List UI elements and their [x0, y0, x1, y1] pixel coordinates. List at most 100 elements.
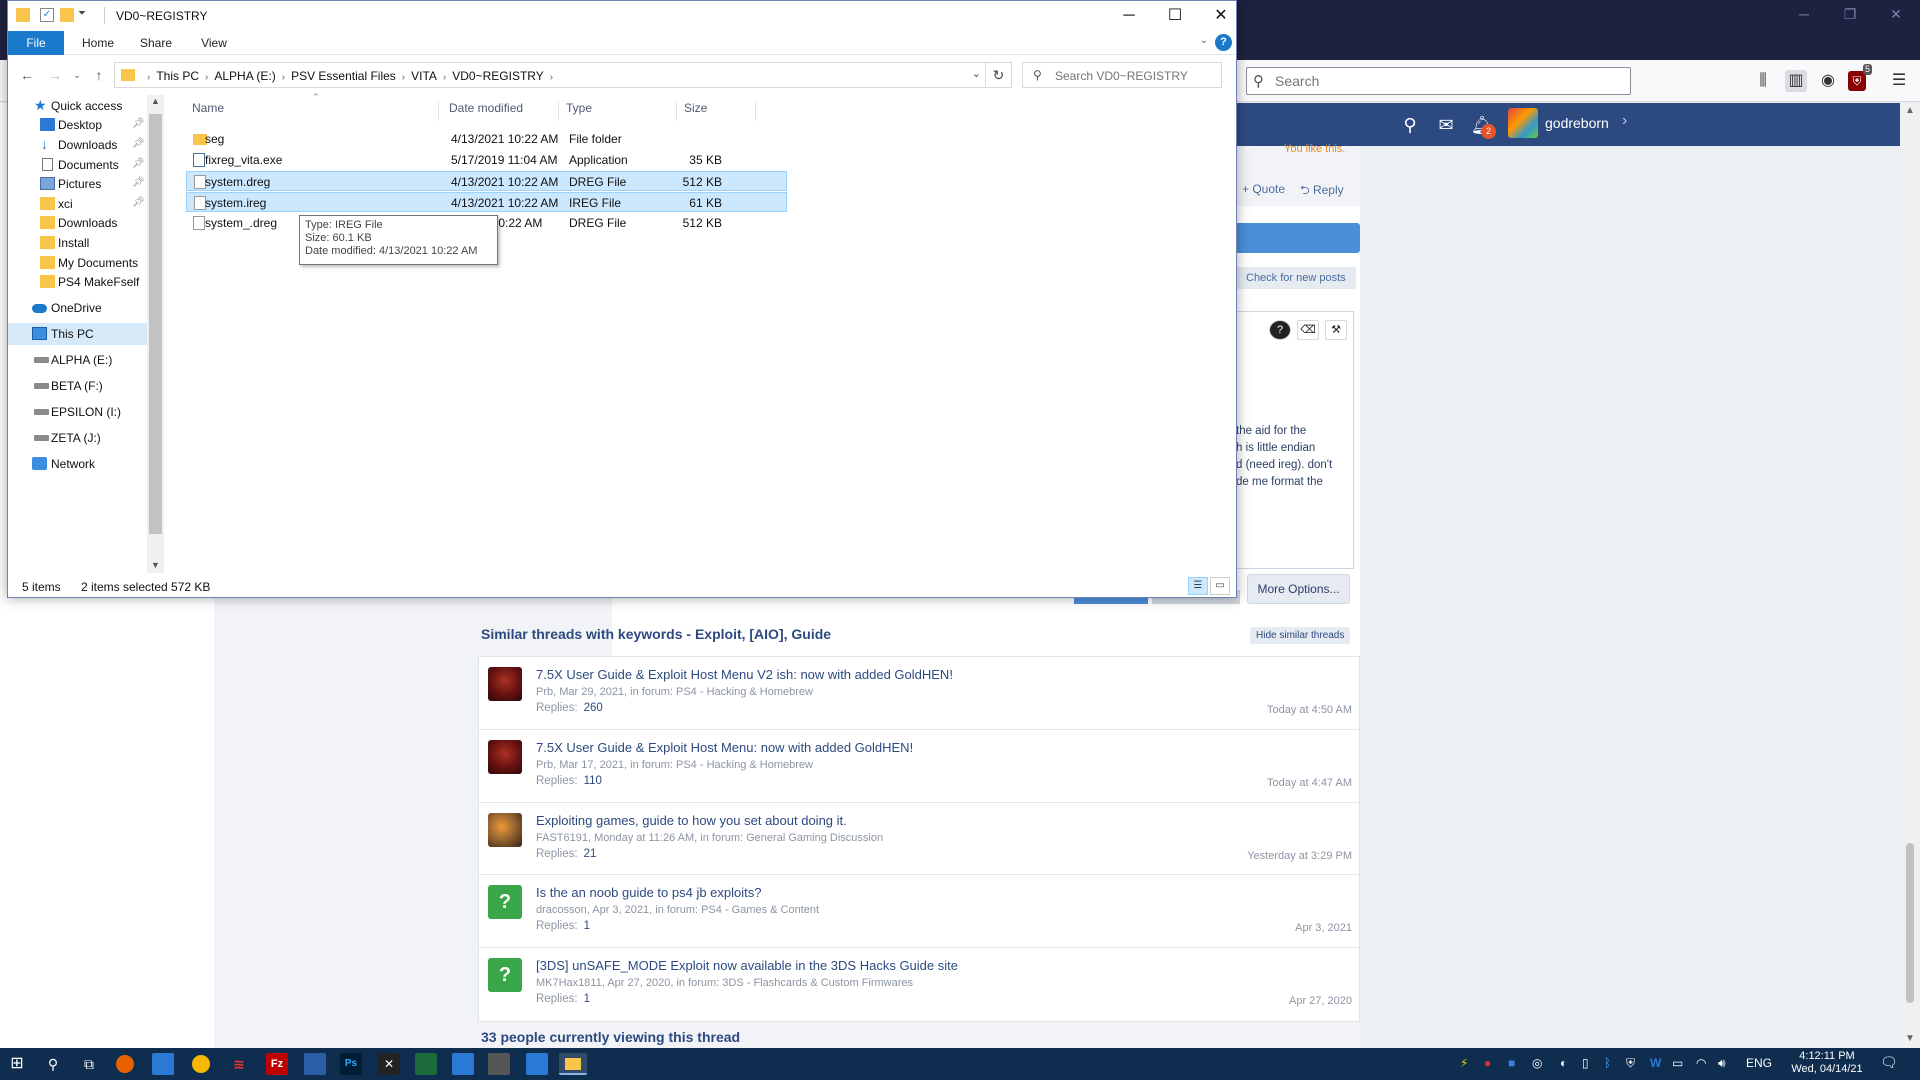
- browser-search-input[interactable]: [1275, 71, 1615, 91]
- usb-icon[interactable]: ▯: [1582, 1056, 1589, 1070]
- file-row-seg[interactable]: seg 4/13/2021 10:22 AM File folder: [186, 129, 786, 149]
- navigation-pane-scrollbar[interactable]: ▲ ▼: [147, 95, 164, 573]
- wifi-icon[interactable]: ◠: [1696, 1056, 1706, 1070]
- breadcrumb-this-pc[interactable]: This PC: [156, 69, 199, 83]
- sidebar-icon[interactable]: ▥: [1785, 70, 1807, 92]
- language-indicator[interactable]: ENG: [1746, 1056, 1772, 1070]
- search-icon[interactable]: ⚲: [1398, 113, 1422, 137]
- check-new-posts-button[interactable]: Check for new posts: [1236, 267, 1356, 289]
- sidebar-item-install[interactable]: Install: [8, 232, 147, 254]
- sidebar-item-alpha-drive[interactable]: ALPHA (E:): [8, 349, 147, 371]
- bluetooth-icon[interactable]: ᛒ: [1604, 1056, 1611, 1070]
- breadcrumb-alpha[interactable]: ALPHA (E:): [214, 69, 275, 83]
- scroll-down-icon[interactable]: ▼: [1905, 1033, 1915, 1044]
- expand-ribbon-icon[interactable]: ⌄: [1200, 35, 1208, 46]
- help-icon[interactable]: ?: [1269, 320, 1291, 340]
- clock[interactable]: 4:12:11 PM Wed, 04/14/21: [1787, 1050, 1867, 1076]
- tray-icon[interactable]: ●: [1484, 1056, 1491, 1070]
- tray-icon[interactable]: ⚡: [1460, 1056, 1468, 1070]
- avatar[interactable]: [1508, 108, 1538, 138]
- explorer-search-input[interactable]: [1055, 67, 1215, 84]
- sidebar-item-zeta-drive[interactable]: ZETA (J:): [8, 427, 147, 449]
- photoshop-icon[interactable]: Ps: [340, 1053, 362, 1075]
- word-icon[interactable]: W: [1650, 1056, 1661, 1070]
- up-arrow-icon[interactable]: ↑: [90, 66, 108, 84]
- app-icon[interactable]: [488, 1053, 510, 1075]
- refresh-button[interactable]: ↻: [986, 62, 1012, 88]
- chevron-right-icon[interactable]: ›: [550, 72, 553, 83]
- chevron-right-icon[interactable]: ›: [282, 72, 285, 83]
- eraser-icon[interactable]: ⌫: [1297, 320, 1319, 340]
- more-options-button[interactable]: More Options...: [1247, 574, 1350, 604]
- close-button[interactable]: ✕: [1198, 1, 1244, 31]
- sidebar-item-downloads[interactable]: Downloads: [8, 212, 147, 234]
- column-header-name[interactable]: Name: [186, 101, 439, 121]
- large-icons-view-icon[interactable]: ▭: [1210, 577, 1230, 595]
- avatar[interactable]: ?: [488, 958, 522, 993]
- tab-share[interactable]: Share: [130, 31, 182, 55]
- help-button[interactable]: ?: [1215, 34, 1232, 51]
- user-name-link[interactable]: godreborn: [1545, 115, 1609, 131]
- sidebar-item-desktop[interactable]: Desktop 📌︎: [8, 114, 147, 136]
- account-icon[interactable]: ◉: [1817, 70, 1839, 92]
- file-row-fixreg-vita[interactable]: fixreg_vita.exe 5/17/2019 11:04 AM Appli…: [186, 150, 786, 170]
- browser-close-button[interactable]: ✕: [1884, 6, 1908, 24]
- volume-icon[interactable]: 🔊︎: [1718, 1056, 1726, 1071]
- shield-icon[interactable]: ⛨: [1626, 1056, 1635, 1071]
- tray-icon[interactable]: ◐: [1560, 1056, 1567, 1070]
- avatar[interactable]: ?: [488, 885, 522, 920]
- sidebar-item-pictures[interactable]: Pictures 📌︎: [8, 173, 147, 195]
- avatar[interactable]: [488, 667, 522, 701]
- scroll-up-icon[interactable]: ▲: [151, 96, 160, 106]
- start-icon[interactable]: ⊞: [6, 1053, 28, 1075]
- recent-locations-icon[interactable]: ⌄: [68, 66, 86, 84]
- app-icon[interactable]: [304, 1053, 326, 1075]
- scroll-down-icon[interactable]: ▼: [151, 560, 160, 570]
- page-scrollbar[interactable]: ▲ ▼: [1900, 103, 1920, 1048]
- explorer-search-box[interactable]: ⚲: [1022, 62, 1222, 88]
- column-header-type[interactable]: Type: [560, 101, 677, 121]
- sidebar-item-beta-drive[interactable]: BETA (F:): [8, 375, 147, 397]
- inbox-icon[interactable]: ✉: [1434, 113, 1458, 137]
- browser-maximize-button[interactable]: ❐: [1838, 6, 1862, 24]
- sidebar-item-ps4-makefself[interactable]: PS4 MakeFself: [8, 271, 147, 293]
- file-row-system-dreg[interactable]: system.dreg 4/13/2021 10:22 AM DREG File…: [186, 171, 787, 191]
- post-reply-bar[interactable]: [1236, 223, 1360, 253]
- thread-title-link[interactable]: [3DS] unSAFE_MODE Exploit now available …: [536, 958, 958, 973]
- scroll-thumb[interactable]: [1906, 843, 1914, 1003]
- scroll-thumb[interactable]: [149, 114, 162, 534]
- avatar[interactable]: [488, 739, 522, 774]
- firefox-icon[interactable]: [116, 1055, 134, 1073]
- task-view-icon[interactable]: ⧉: [78, 1053, 100, 1075]
- hide-similar-threads-button[interactable]: Hide similar threads: [1250, 627, 1351, 644]
- back-arrow-icon[interactable]: ←: [18, 66, 36, 84]
- app-icon[interactable]: ≋: [228, 1053, 250, 1075]
- sidebar-item-network[interactable]: Network: [8, 453, 147, 475]
- new-folder-icon[interactable]: [60, 8, 74, 22]
- breadcrumb-psv-essential-files[interactable]: PSV Essential Files: [291, 69, 396, 83]
- sidebar-item-onedrive[interactable]: OneDrive: [8, 297, 147, 319]
- chevron-right-icon[interactable]: ›: [402, 72, 405, 83]
- chevron-right-icon[interactable]: ›: [1622, 112, 1627, 130]
- sidebar-item-downloads-pinned[interactable]: ↓ Downloads 📌︎: [8, 134, 147, 156]
- app-icon[interactable]: ✕: [378, 1053, 400, 1075]
- tray-icon[interactable]: ◎: [1532, 1056, 1542, 1070]
- chrome-icon[interactable]: [192, 1055, 210, 1073]
- thread-title-link[interactable]: Is the an noob guide to ps4 jb exploits?: [536, 885, 762, 900]
- scroll-up-icon[interactable]: ▲: [1905, 105, 1915, 116]
- column-header-date[interactable]: Date modified: [443, 101, 559, 121]
- minimize-button[interactable]: ─: [1106, 1, 1152, 31]
- chevron-right-icon[interactable]: ›: [205, 72, 208, 83]
- maximize-button[interactable]: ☐: [1152, 1, 1198, 31]
- breadcrumb-vita[interactable]: VITA: [411, 69, 437, 83]
- quote-button[interactable]: + Quote: [1242, 182, 1285, 196]
- wrench-icon[interactable]: ⚒: [1325, 320, 1347, 340]
- sidebar-item-this-pc[interactable]: This PC: [8, 323, 147, 345]
- menu-icon[interactable]: ☰: [1888, 70, 1910, 92]
- file-row-system-ireg[interactable]: system.ireg 4/13/2021 10:22 AM IREG File…: [186, 192, 787, 212]
- app-icon[interactable]: [415, 1053, 437, 1075]
- forward-arrow-icon[interactable]: →: [46, 66, 64, 84]
- customize-toolbar-icon[interactable]: ⏷: [78, 8, 92, 22]
- notifications-icon[interactable]: 🗨︎: [1880, 1054, 1898, 1071]
- battery-icon[interactable]: ▭: [1672, 1056, 1683, 1070]
